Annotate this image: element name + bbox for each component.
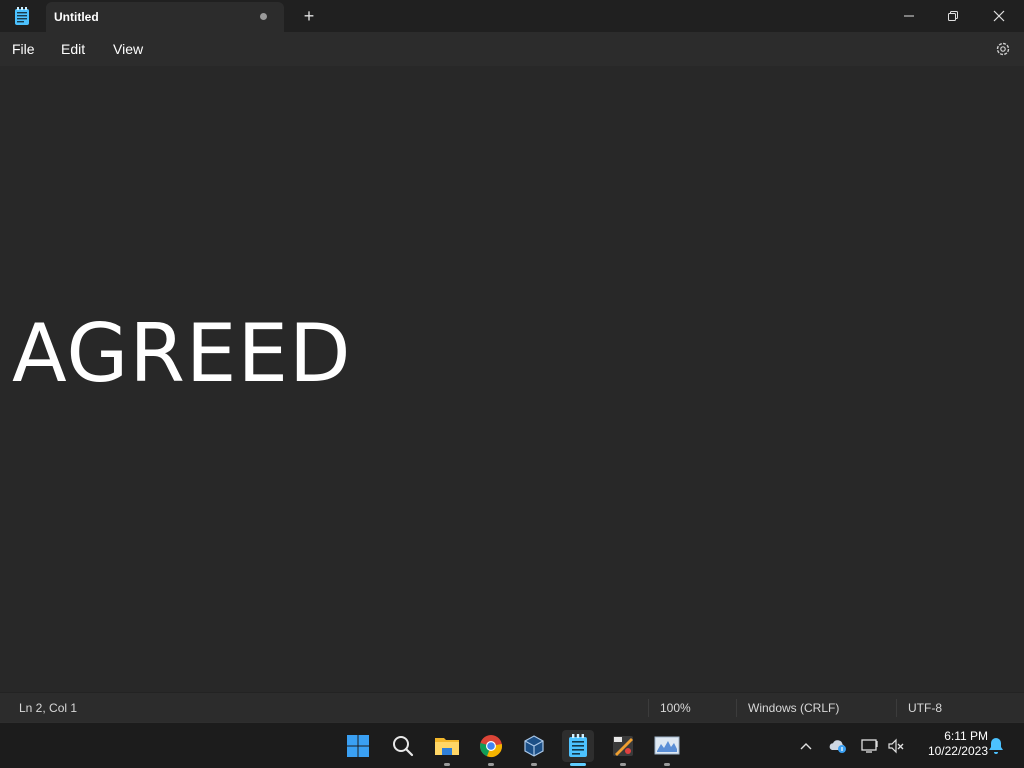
- line-ending: Windows (CRLF): [748, 701, 840, 715]
- search-button[interactable]: [387, 730, 419, 762]
- notification-bell-icon[interactable]: [986, 736, 1006, 756]
- active-indicator: [570, 763, 586, 766]
- status-bar: Ln 2, Col 1 100% Windows (CRLF) UTF-8: [0, 692, 1024, 722]
- system-monitor-icon: [654, 736, 680, 755]
- title-bar: Untitled +: [0, 0, 1024, 32]
- clock[interactable]: 6:11 PM 10/22/2023: [912, 729, 988, 758]
- file-explorer-icon: [435, 738, 459, 755]
- volume-muted-icon[interactable]: [886, 736, 906, 756]
- virtualbox-button[interactable]: [518, 730, 550, 766]
- restore-icon: [948, 11, 958, 21]
- menu-view[interactable]: View: [113, 41, 143, 57]
- menu-file[interactable]: File: [12, 41, 35, 57]
- tab-title: Untitled: [54, 10, 99, 24]
- system-monitor-button[interactable]: [651, 730, 683, 766]
- clock-date: 10/22/2023: [927, 744, 988, 758]
- chrome-icon: [480, 735, 502, 758]
- settings-gear-icon[interactable]: [994, 40, 1012, 58]
- tab-untitled[interactable]: Untitled: [46, 2, 284, 32]
- status-divider: [896, 699, 897, 717]
- cursor-position: Ln 2, Col 1: [19, 701, 78, 715]
- search-icon: [393, 736, 414, 757]
- notepad-app-icon: [14, 7, 30, 25]
- unsaved-indicator-icon[interactable]: [260, 13, 267, 20]
- menu-edit[interactable]: Edit: [61, 41, 85, 57]
- close-button[interactable]: [976, 0, 1022, 32]
- new-tab-button[interactable]: +: [298, 6, 320, 26]
- start-button[interactable]: [342, 730, 374, 762]
- text-editor[interactable]: AGREED: [0, 66, 1024, 692]
- taskbar: 6:11 PM 10/22/2023: [0, 722, 1024, 768]
- network-display-icon[interactable]: [860, 736, 880, 756]
- running-indicator: [664, 763, 670, 766]
- minimize-button[interactable]: [886, 0, 932, 32]
- file-explorer-button[interactable]: [431, 730, 463, 766]
- minimize-icon: [904, 15, 914, 17]
- notepad-icon: [569, 734, 587, 757]
- encoding: UTF-8: [908, 701, 942, 715]
- show-hidden-icons-chevron-up-icon[interactable]: [796, 736, 816, 756]
- paint-tool-icon: [613, 736, 633, 756]
- clock-time: 6:11 PM: [944, 729, 988, 743]
- start-icon: [347, 735, 369, 757]
- zoom-level: 100%: [660, 701, 691, 715]
- restore-button[interactable]: [930, 0, 976, 32]
- status-divider: [648, 699, 649, 717]
- paint-tool-button[interactable]: [607, 730, 639, 766]
- running-indicator: [531, 763, 537, 766]
- running-indicator: [620, 763, 626, 766]
- editor-content[interactable]: AGREED: [12, 309, 352, 399]
- onedrive-cloud-icon[interactable]: [828, 736, 848, 756]
- chrome-button[interactable]: [475, 730, 507, 766]
- virtualbox-icon: [524, 735, 544, 757]
- close-icon: [993, 10, 1005, 22]
- running-indicator: [488, 763, 494, 766]
- status-divider: [736, 699, 737, 717]
- notepad-button[interactable]: [562, 730, 594, 766]
- menu-bar: File Edit View: [0, 32, 1024, 66]
- running-indicator: [444, 763, 450, 766]
